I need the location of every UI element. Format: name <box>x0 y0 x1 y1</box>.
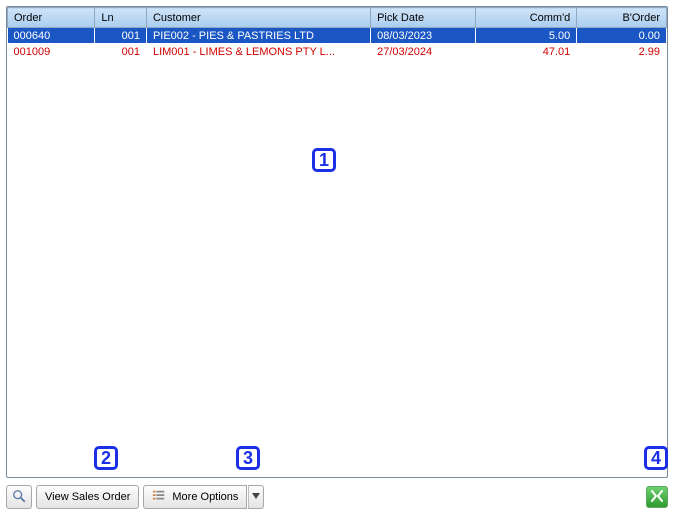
orders-grid[interactable]: Order Ln Customer Pick Date Comm'd B'Ord… <box>6 6 668 478</box>
view-sales-order-button[interactable]: View Sales Order <box>36 485 139 509</box>
cell-commd: 47.01 <box>476 44 577 60</box>
cell-border: 0.00 <box>577 28 667 44</box>
col-header-commd[interactable]: Comm'd <box>476 8 577 28</box>
col-header-customer[interactable]: Customer <box>146 8 370 28</box>
table-row[interactable]: 001009 001 LIM001 - LIMES & LEMONS PTY L… <box>8 44 667 60</box>
cell-ln: 001 <box>95 28 147 44</box>
table-header-row: Order Ln Customer Pick Date Comm'd B'Ord… <box>8 8 667 28</box>
cell-ln: 001 <box>95 44 147 60</box>
cell-customer: LIM001 - LIMES & LEMONS PTY L... <box>146 44 370 60</box>
list-icon <box>152 489 166 506</box>
col-header-ln[interactable]: Ln <box>95 8 147 28</box>
col-header-border[interactable]: B'Order <box>577 8 667 28</box>
more-options-dropdown[interactable] <box>248 485 264 509</box>
window-root: Order Ln Customer Pick Date Comm'd B'Ord… <box>0 0 674 517</box>
magnifier-icon <box>12 489 26 506</box>
col-header-order[interactable]: Order <box>8 8 95 28</box>
more-options-button[interactable]: More Options <box>143 485 247 509</box>
cell-customer: PIE002 - PIES & PASTRIES LTD <box>146 28 370 44</box>
orders-table: Order Ln Customer Pick Date Comm'd B'Ord… <box>7 7 667 60</box>
cell-pickdate: 08/03/2023 <box>371 28 476 44</box>
table-row[interactable]: 000640 001 PIE002 - PIES & PASTRIES LTD … <box>8 28 667 44</box>
cell-order: 000640 <box>8 28 95 44</box>
excel-icon <box>651 490 663 505</box>
button-label: View Sales Order <box>45 491 130 503</box>
chevron-down-icon <box>252 491 260 503</box>
bottom-toolbar: View Sales Order More Options <box>6 483 668 511</box>
col-header-pickdate[interactable]: Pick Date <box>371 8 476 28</box>
cell-border: 2.99 <box>577 44 667 60</box>
search-button[interactable] <box>6 485 32 509</box>
export-excel-button[interactable] <box>646 486 668 508</box>
cell-pickdate: 27/03/2024 <box>371 44 476 60</box>
button-label: More Options <box>172 491 238 503</box>
cell-order: 001009 <box>8 44 95 60</box>
cell-commd: 5.00 <box>476 28 577 44</box>
